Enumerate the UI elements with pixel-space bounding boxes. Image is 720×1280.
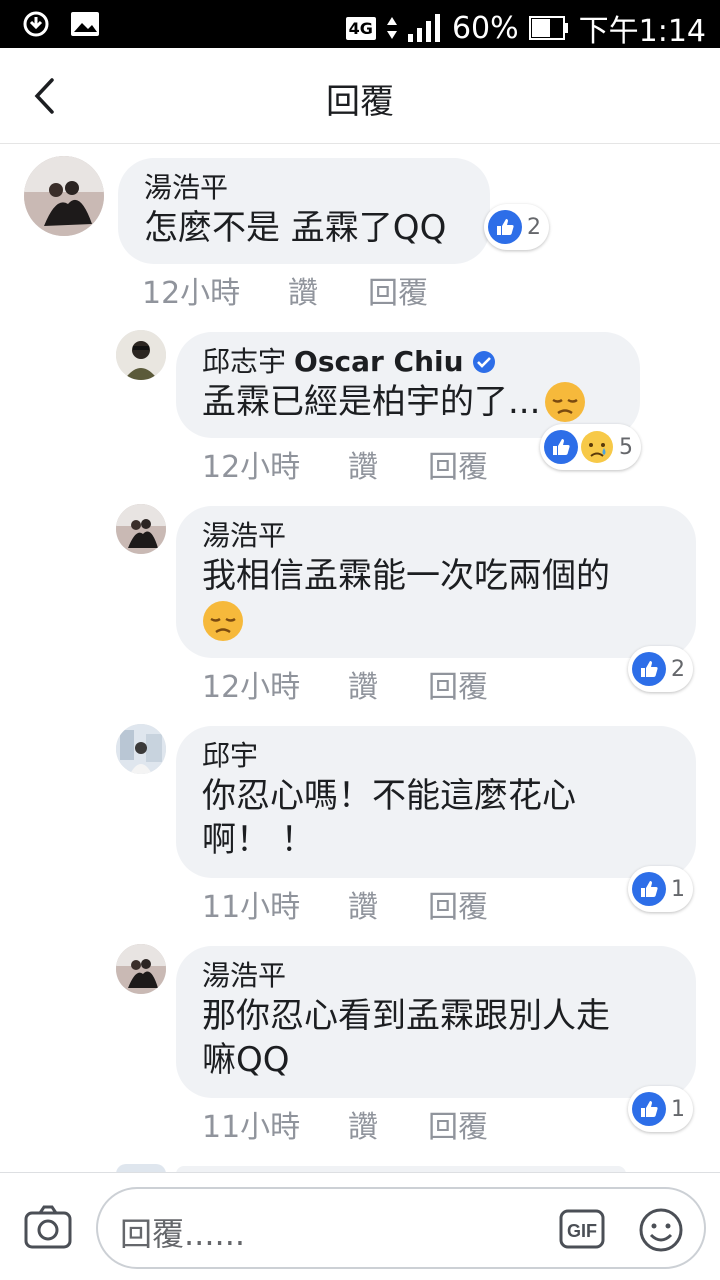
comment-time: 11小時	[202, 890, 301, 925]
camera-button[interactable]	[24, 1205, 72, 1249]
comment-text-line-2: 啊！ ！	[202, 820, 315, 860]
comment-author[interactable]: 湯浩平	[202, 518, 670, 554]
comment-bubble: 湯浩平 那你忍心看到孟霖跟別人走 嘛QQ	[176, 946, 696, 1098]
reaction-count: 1	[671, 876, 685, 902]
comment-meta: 12小時 讚 回覆	[202, 662, 488, 706]
avatar[interactable]	[116, 944, 166, 994]
avatar[interactable]	[116, 330, 166, 380]
like-button[interactable]: 讚	[288, 268, 368, 312]
image-notification-icon	[71, 12, 99, 36]
comment-bubble: 湯浩平 怎麼不是 孟霖了QQ	[118, 158, 490, 264]
status-bar: 4G 60% 下午1:14	[0, 0, 720, 49]
reply-button[interactable]: 回覆	[428, 882, 488, 926]
comment-time: 12小時	[202, 670, 301, 705]
sad-face-emoji-icon	[545, 382, 586, 422]
comment-author[interactable]: 湯浩平	[144, 170, 464, 206]
reply-composer: 回覆...... GIF	[0, 1172, 720, 1280]
comment-text: 我相信孟霖能一次吃兩個的	[202, 556, 610, 596]
avatar[interactable]	[116, 504, 166, 554]
battery-icon	[528, 16, 568, 40]
reaction-count: 5	[619, 434, 633, 460]
author-latin-name: Oscar Chiu	[294, 345, 464, 378]
comment-meta: 11小時 讚 回覆	[202, 1102, 488, 1146]
comment-author[interactable]: 邱志宇 Oscar Chiu	[202, 344, 614, 380]
comment-time: 12小時	[142, 276, 241, 311]
gif-label: GIF	[567, 1221, 597, 1241]
comment-text-body: 孟霖已經是柏宇的了...	[202, 382, 541, 422]
reaction-summary[interactable]: 1	[628, 866, 693, 912]
gif-button[interactable]: GIF	[558, 1207, 606, 1251]
reaction-count: 1	[671, 1096, 685, 1122]
comment-text: 怎麼不是 孟霖了QQ	[144, 208, 447, 248]
comment-author[interactable]: 湯浩平	[202, 958, 670, 994]
comment-text-line-1: 你忍心嗎！不能這麼花心	[202, 776, 576, 816]
comment-bubble: 湯浩平 我相信孟霖能一次吃兩個的	[176, 506, 696, 658]
like-reaction-icon	[544, 430, 578, 464]
like-button[interactable]: 讚	[348, 442, 428, 486]
like-button[interactable]: 讚	[348, 662, 428, 706]
like-button[interactable]: 讚	[348, 882, 428, 926]
reaction-summary[interactable]: 2	[628, 646, 693, 692]
comment-author[interactable]: 邱宇	[202, 738, 670, 774]
comment-text-line-2: 嘛QQ	[202, 1040, 290, 1080]
gif-icon: GIF	[559, 1209, 605, 1249]
comment-bubble: 邱志宇 Oscar Chiu 孟霖已經是柏宇的了...	[176, 332, 640, 438]
like-reaction-icon	[632, 872, 666, 906]
reaction-count: 2	[671, 656, 685, 682]
network-type: 4G	[345, 16, 376, 40]
like-reaction-icon	[488, 210, 522, 244]
data-arrows-icon	[386, 17, 397, 39]
reaction-summary[interactable]: 2	[484, 204, 549, 250]
sad-face-emoji-icon	[203, 601, 243, 641]
avatar[interactable]	[24, 156, 104, 236]
reply-input[interactable]: 回覆...... GIF	[96, 1187, 706, 1269]
like-button[interactable]: 讚	[348, 1102, 428, 1146]
comment-bubble: 邱宇 你忍心嗎！不能這麼花心 啊！ ！	[176, 726, 696, 878]
comment-time: 11小時	[202, 1110, 301, 1145]
like-reaction-icon	[632, 1092, 666, 1126]
reply-button[interactable]: 回覆	[428, 662, 488, 706]
sync-icon	[23, 11, 49, 37]
comment-meta: 12小時 讚 回覆	[202, 442, 488, 486]
sad-reaction-icon	[581, 431, 613, 463]
signal-icon	[407, 14, 440, 42]
reply-button[interactable]: 回覆	[368, 268, 428, 312]
emoji-button[interactable]	[638, 1207, 684, 1253]
comment-meta: 12小時 讚 回覆	[142, 268, 428, 312]
reply-button[interactable]: 回覆	[428, 442, 488, 486]
battery-percent: 60%	[451, 10, 519, 46]
clock: 下午1:14	[578, 14, 706, 49]
camera-icon	[24, 1205, 72, 1249]
like-reaction-icon	[632, 652, 666, 686]
reply-input-placeholder: 回覆......	[120, 1215, 246, 1253]
reply-button[interactable]: 回覆	[428, 1102, 488, 1146]
comment-time: 12小時	[202, 450, 301, 485]
comment-text-line-1: 那你忍心看到孟霖跟別人走	[202, 996, 610, 1036]
reaction-summary[interactable]: 1	[628, 1086, 693, 1132]
author-name: 邱志宇	[202, 345, 287, 378]
verified-badge-icon	[472, 351, 495, 373]
page-title: 回覆	[326, 82, 394, 122]
reaction-count: 2	[527, 214, 541, 240]
header: 回覆	[0, 48, 720, 144]
avatar[interactable]	[116, 724, 166, 774]
reaction-summary[interactable]: 5	[540, 424, 641, 470]
smiley-icon	[639, 1208, 683, 1252]
comment-meta: 11小時 讚 回覆	[202, 882, 488, 926]
comment-text: 孟霖已經是柏宇的了...	[202, 380, 614, 424]
